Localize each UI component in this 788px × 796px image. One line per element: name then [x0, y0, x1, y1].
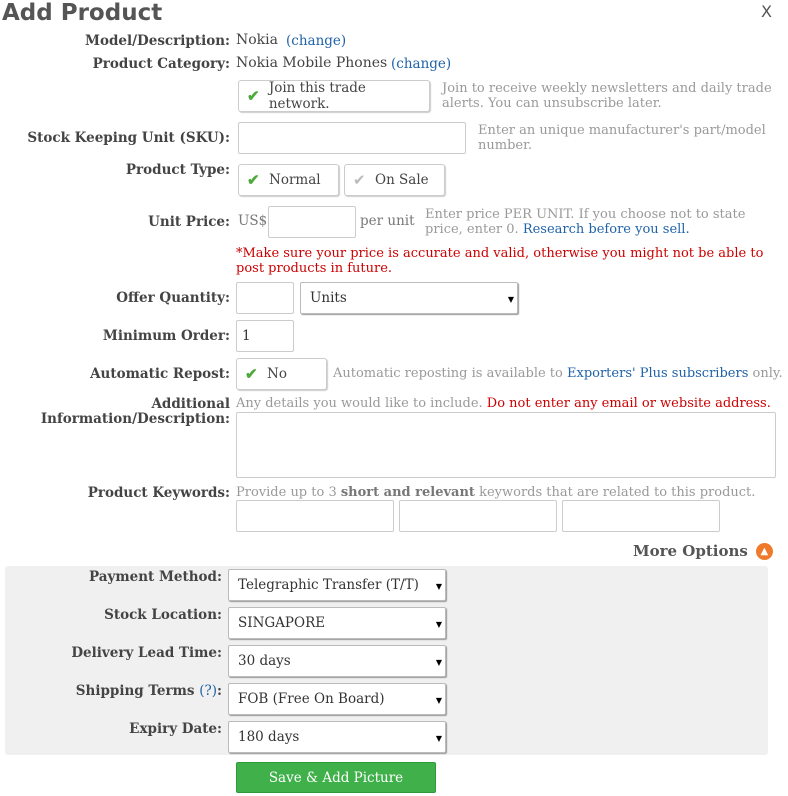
model-label: Model/Description: — [85, 33, 230, 49]
shipping-label: Shipping Terms (?): — [0, 683, 222, 699]
shipping-help-link[interactable]: (?) — [199, 683, 217, 699]
stock-location-label: Stock Location: — [104, 607, 222, 623]
keywords-hint: Provide up to 3 short and relevant keywo… — [236, 485, 776, 500]
keywords-hint-before: Provide up to 3 — [236, 485, 337, 500]
product-type-on-sale-label: On Sale — [375, 172, 429, 188]
close-button[interactable]: X — [761, 2, 772, 21]
shipping-select[interactable]: FOB (Free On Board) ▼ — [228, 683, 446, 715]
change-category-link[interactable]: (change) — [391, 56, 451, 72]
currency-label: US$ — [238, 213, 268, 229]
check-icon: ✔ — [353, 171, 366, 189]
repost-hint-after: only. — [752, 366, 783, 381]
dropdown-arrow-icon: ▼ — [435, 582, 442, 591]
lead-time-select[interactable]: 30 days ▼ — [228, 645, 446, 677]
keywords-label: Product Keywords: — [87, 485, 230, 501]
model-value: Nokia — [236, 32, 278, 48]
change-model-link[interactable]: (change) — [286, 33, 346, 49]
keyword-input-3[interactable] — [562, 500, 720, 532]
unit-price-label: Unit Price: — [148, 214, 230, 230]
lead-time-label: Delivery Lead Time: — [71, 645, 222, 661]
category-value: Nokia Mobile Phones — [236, 55, 388, 71]
sku-input[interactable] — [238, 122, 466, 154]
dropdown-arrow-icon: ▼ — [435, 658, 442, 667]
dropdown-arrow-icon: ▼ — [435, 696, 442, 705]
expiry-select-value: 180 days — [238, 729, 300, 745]
page-title: Add Product — [2, 0, 163, 26]
product-type-label: Product Type: — [125, 162, 230, 178]
additional-hint-text: Any details you would like to include. — [236, 396, 483, 411]
join-network-button[interactable]: ✔ Join this trade network. — [238, 80, 430, 112]
unit-price-input[interactable] — [268, 206, 356, 238]
expiry-select[interactable]: 180 days ▼ — [228, 721, 446, 753]
check-icon: ✔ — [245, 365, 258, 383]
payment-select[interactable]: Telegraphic Transfer (T/T) ▼ — [228, 569, 446, 601]
keywords-hint-bold: short and relevant — [340, 485, 475, 500]
repost-hint-before: Automatic reposting is available to — [333, 366, 563, 381]
dropdown-arrow-icon: ▼ — [435, 620, 442, 629]
keyword-input-1[interactable] — [236, 500, 394, 532]
additional-textarea[interactable] — [236, 412, 776, 478]
shipping-select-value: FOB (Free On Board) — [238, 691, 385, 707]
product-type-on-sale[interactable]: ✔ On Sale — [344, 164, 445, 196]
offer-quantity-label: Offer Quantity: — [116, 290, 230, 306]
sku-label: Stock Keeping Unit (SKU): — [27, 130, 230, 146]
product-type-normal[interactable]: ✔ Normal — [238, 164, 339, 196]
check-icon: ✔ — [247, 87, 260, 105]
unit-price-hint: Enter price PER UNIT. If you choose not … — [425, 207, 775, 237]
check-icon: ✔ — [247, 171, 260, 189]
stock-location-select[interactable]: SINGAPORE ▼ — [228, 607, 446, 639]
minimum-order-label: Minimum Order: — [102, 328, 230, 344]
dropdown-arrow-icon: ▼ — [507, 295, 514, 304]
keywords-hint-after: keywords that are related to this produc… — [479, 485, 756, 500]
repost-label: Automatic Repost: — [90, 366, 230, 382]
shipping-label-text: Shipping Terms — [75, 683, 195, 699]
repost-toggle[interactable]: ✔ No — [236, 358, 327, 390]
unit-select[interactable]: Units ▼ — [300, 282, 518, 314]
additional-label-line1: Additional — [151, 396, 230, 412]
more-options-label: More Options — [633, 542, 748, 560]
repost-toggle-label: No — [267, 366, 287, 382]
product-type-normal-label: Normal — [269, 172, 321, 188]
research-link[interactable]: Research before you sell. — [523, 222, 690, 237]
keyword-input-2[interactable] — [399, 500, 557, 532]
payment-label: Payment Method: — [88, 569, 222, 585]
category-label: Product Category: — [92, 56, 230, 72]
stock-location-select-value: SINGAPORE — [238, 615, 326, 631]
join-network-label: Join this trade network. — [268, 80, 366, 112]
offer-quantity-input[interactable] — [236, 282, 294, 314]
lead-time-select-value: 30 days — [238, 653, 291, 669]
sku-hint: Enter an unique manufacturer's part/mode… — [478, 123, 766, 153]
additional-warning: Do not enter any email or website addres… — [486, 396, 771, 411]
additional-label-line2: Information/Description: — [40, 411, 230, 427]
shipping-label-colon: : — [217, 683, 222, 699]
repost-hint: Automatic reposting is available to Expo… — [333, 366, 783, 381]
per-unit-label: per unit — [360, 213, 415, 229]
join-hint: Join to receive weekly newsletters and d… — [442, 81, 772, 111]
minimum-order-input[interactable] — [236, 320, 294, 352]
expiry-label: Expiry Date: — [129, 721, 222, 737]
chevron-up-icon: ▲ — [755, 542, 773, 560]
payment-select-value: Telegraphic Transfer (T/T) — [238, 577, 419, 593]
price-warning: *Make sure your price is accurate and va… — [236, 246, 764, 276]
unit-select-value: Units — [310, 290, 347, 306]
more-options-toggle[interactable]: More Options ▲ — [633, 542, 773, 560]
exporters-plus-link[interactable]: Exporters' Plus subscribers — [567, 366, 748, 381]
additional-hint: Any details you would like to include. D… — [236, 396, 776, 411]
dropdown-arrow-icon: ▼ — [435, 734, 442, 743]
save-add-picture-button[interactable]: Save & Add Picture — [236, 762, 436, 793]
